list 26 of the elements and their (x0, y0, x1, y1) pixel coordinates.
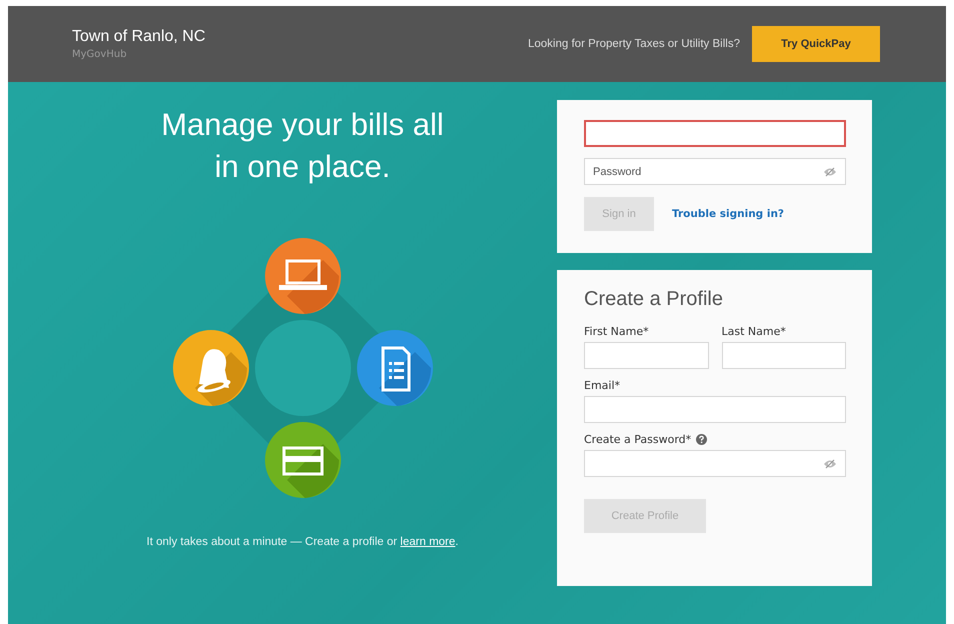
card-icon (264, 422, 340, 498)
password-field[interactable]: Password (584, 158, 846, 185)
help-icon[interactable] (696, 434, 708, 445)
quickpay-button[interactable]: Try QuickPay (752, 26, 880, 62)
input-field[interactable] (584, 450, 846, 477)
field-label: Last Name* (722, 325, 786, 338)
document-icon (356, 330, 432, 406)
input-field[interactable] (584, 396, 846, 423)
email-field[interactable] (584, 120, 846, 147)
site-subtitle: MyGovHub (72, 49, 128, 60)
field-label: Create a Password* (584, 433, 692, 446)
field-label: Email* (584, 379, 620, 392)
footer-sentence: It only takes about a minute — Create a profile or learn more. (146, 536, 458, 548)
profile-title: Create a Profile (584, 288, 724, 311)
trouble-link[interactable]: Trouble signing in? (672, 208, 784, 220)
laptop-icon (264, 238, 340, 314)
bell-icon (172, 330, 248, 406)
input-field[interactable] (722, 342, 846, 369)
input-field[interactable] (584, 342, 708, 369)
quickpay-prompt: Looking for Property Taxes or Utility Bills? (528, 38, 740, 50)
headline: Manage your bills all in one place. (160, 106, 445, 186)
field-label: First Name* (584, 325, 649, 338)
learn-more-link[interactable]: learn more (400, 536, 456, 548)
eye-icon[interactable] (823, 167, 837, 177)
site-title: Town of Ranlo, NC (72, 28, 206, 46)
eye-icon[interactable] (823, 459, 837, 469)
